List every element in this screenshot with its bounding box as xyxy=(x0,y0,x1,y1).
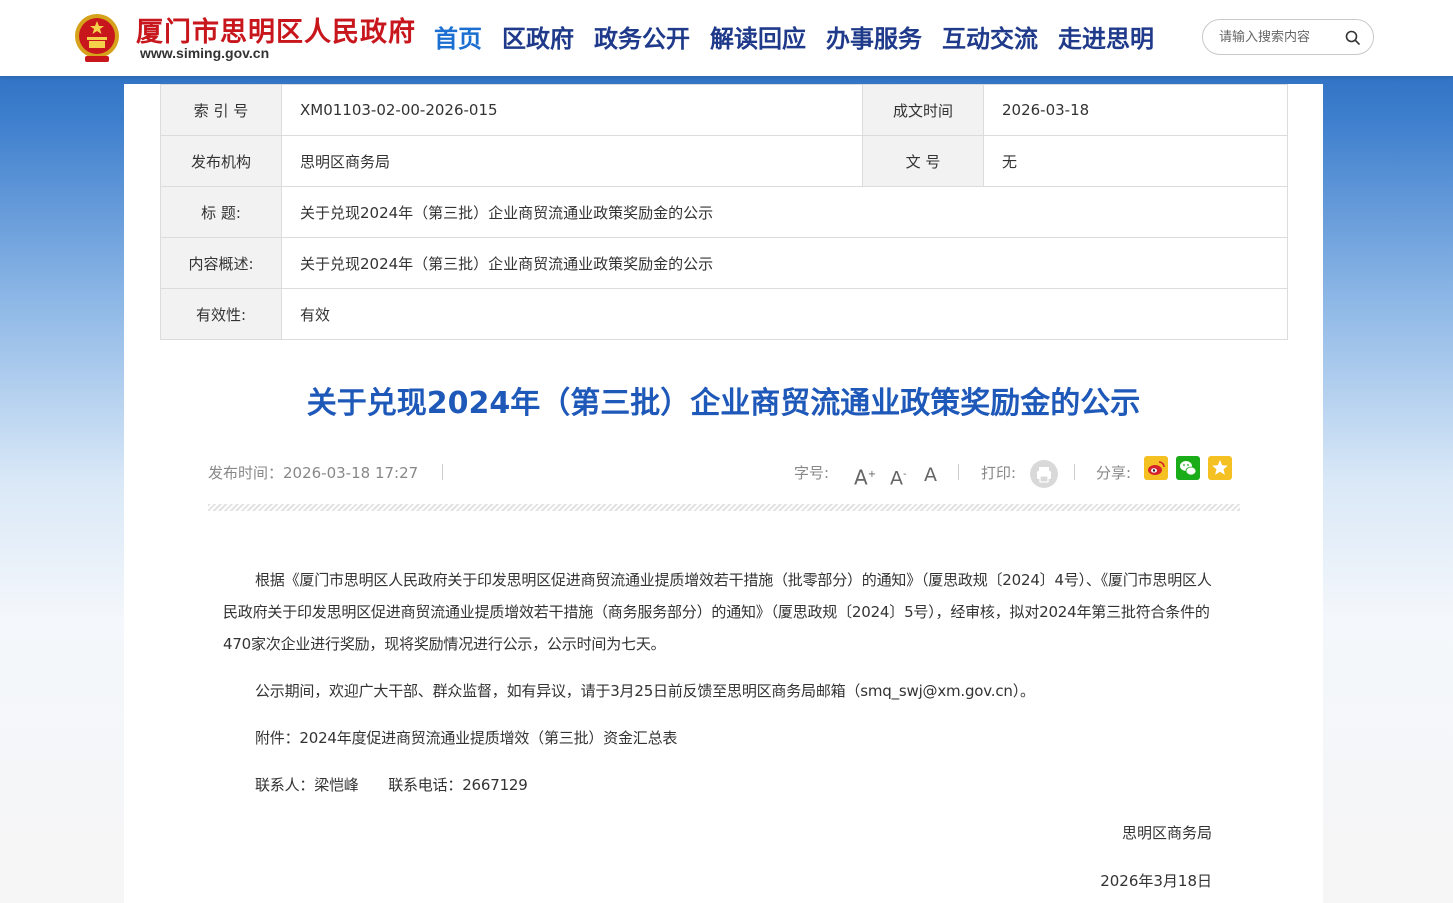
site-name[interactable]: 厦门市思明区人民政府 xyxy=(136,10,416,49)
validity-value: 有效 xyxy=(281,288,1288,340)
wechat-icon xyxy=(1180,461,1197,476)
print-button[interactable] xyxy=(1030,460,1058,488)
article-toolbar: 发布时间：2026-03-18 17:27 字号: A+ A- A 打印: 分享… xyxy=(208,456,1240,492)
nav-item-interaction[interactable]: 互动交流 xyxy=(942,20,1038,58)
document-meta-table: 索 引 号 XM01103-02-00-2026-015 成文时间 2026-0… xyxy=(160,84,1288,340)
index-value: XM01103-02-00-2026-015 xyxy=(281,84,863,136)
share-weibo-button[interactable] xyxy=(1144,456,1168,480)
font-large-label: A xyxy=(854,465,868,490)
publisher-label: 发布机构 xyxy=(160,135,282,187)
table-row: 发布机构 思明区商务局 文 号 无 xyxy=(160,135,1288,187)
site-url[interactable]: www.siming.gov.cn xyxy=(140,45,269,61)
font-small-button[interactable]: A xyxy=(924,462,937,488)
table-row: 内容概述: 关于兑现2024年（第三批）企业商贸流通业政策奖励金的公示 xyxy=(160,237,1288,289)
nav-item-home[interactable]: 首页 xyxy=(434,20,482,58)
title-label: 标 题: xyxy=(160,186,282,238)
summary-label: 内容概述: xyxy=(160,237,282,289)
share-qzone-button[interactable] xyxy=(1208,456,1232,480)
summary-value: 关于兑现2024年（第三批）企业商贸流通业政策奖励金的公示 xyxy=(281,237,1288,289)
national-emblem-icon[interactable] xyxy=(73,12,121,64)
signature-org: 思明区商务局 xyxy=(1121,824,1212,842)
search-box xyxy=(1202,19,1374,55)
attachment-link[interactable]: 附件：2024年度促进商贸流通业提质增效（第三批）资金汇总表 xyxy=(223,722,1213,754)
printer-icon xyxy=(1037,467,1051,483)
article-body: 根据《厦门市思明区人民政府关于印发思明区促进商贸流通业提质增效若干措施（批零部分… xyxy=(223,564,1213,816)
font-medium-button[interactable]: A- xyxy=(890,462,907,491)
share-wechat-button[interactable] xyxy=(1176,456,1200,480)
docno-value: 无 xyxy=(983,135,1288,187)
divider xyxy=(442,464,443,480)
title-value: 关于兑现2024年（第三批）企业商贸流通业政策奖励金的公示 xyxy=(281,186,1288,238)
publisher-value: 思明区商务局 xyxy=(281,135,863,187)
paragraph: 公示期间，欢迎广大干部、群众监督，如有异议，请于3月25日前反馈至思明区商务局邮… xyxy=(255,682,1035,700)
font-large-button[interactable]: A+ xyxy=(854,462,876,491)
search-icon[interactable] xyxy=(1344,29,1362,47)
nav-item-about-siming: 走进思明 xyxy=(1058,25,1154,53)
print-label: 打印: xyxy=(981,464,1017,482)
article-title: 关于兑现2024年（第三批）企业商贸流通业政策奖励金的公示 xyxy=(306,386,1141,421)
table-row: 有效性: 有效 xyxy=(160,288,1288,340)
nav-item-interpretation[interactable]: 解读回应 xyxy=(710,20,806,58)
divider-hatched xyxy=(208,504,1240,511)
paragraph: 联系人：梁恺峰 联系电话：2667129 xyxy=(255,776,528,794)
nav-item-gov-affairs[interactable]: 政务公开 xyxy=(594,20,690,58)
signature-date: 2026年3月18日 xyxy=(1100,872,1212,890)
date-value: 2026-03-18 xyxy=(983,84,1288,136)
font-medium-label: A xyxy=(890,467,903,490)
share-label: 分享: xyxy=(1096,464,1132,482)
content-panel: 索 引 号 XM01103-02-00-2026-015 成文时间 2026-0… xyxy=(124,84,1323,903)
divider xyxy=(1074,464,1075,480)
divider xyxy=(958,464,959,480)
table-row: 索 引 号 XM01103-02-00-2026-015 成文时间 2026-0… xyxy=(160,84,1288,136)
docno-label: 文 号 xyxy=(862,135,984,187)
main-nav: 首页 区政府 政务公开 解读回应 办事服务 互动交流 走进思明 xyxy=(434,20,1154,58)
nav-item-services[interactable]: 办事服务 xyxy=(826,20,922,58)
site-header: 厦门市思明区人民政府 www.siming.gov.cn 首页 区政府 政务公开… xyxy=(0,0,1453,76)
font-size-label: 字号: xyxy=(794,464,830,482)
star-icon xyxy=(1212,460,1228,475)
table-row: 标 题: 关于兑现2024年（第三批）企业商贸流通业政策奖励金的公示 xyxy=(160,186,1288,238)
date-label: 成文时间 xyxy=(862,84,984,136)
nav-item-district-gov[interactable]: 区政府 xyxy=(502,20,574,58)
validity-label: 有效性: xyxy=(160,288,282,340)
index-label: 索 引 号 xyxy=(160,84,282,136)
paragraph: 根据《厦门市思明区人民政府关于印发思明区促进商贸流通业提质增效若干措施（批零部分… xyxy=(223,571,1212,653)
publish-time: 发布时间：2026-03-18 17:27 xyxy=(208,464,419,482)
weibo-icon xyxy=(1148,461,1165,475)
search-input[interactable] xyxy=(1219,28,1339,46)
